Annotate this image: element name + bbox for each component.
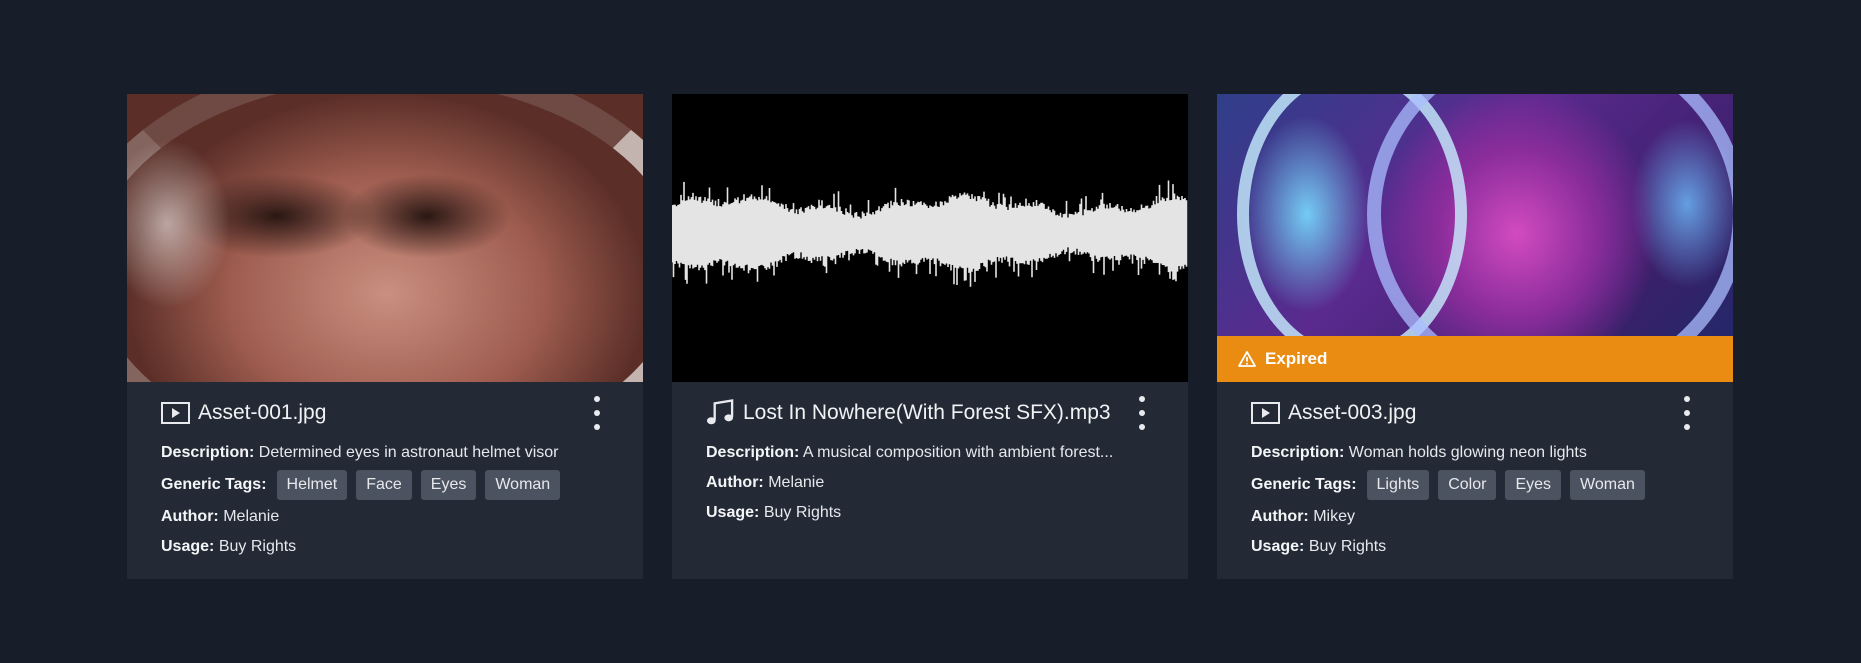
- video-icon: [1251, 402, 1280, 424]
- video-icon: [161, 402, 190, 424]
- music-note-icon: [706, 399, 735, 425]
- tag[interactable]: Eyes: [420, 470, 477, 500]
- asset-title[interactable]: Asset-003.jpg: [1288, 401, 1416, 425]
- title-row: Asset-003.jpg: [1251, 398, 1699, 428]
- warning-icon: [1238, 351, 1256, 367]
- tag[interactable]: Helmet: [276, 470, 348, 500]
- tags-label: Generic Tags:: [1251, 476, 1357, 493]
- usage-value: Buy Rights: [1308, 538, 1387, 555]
- tag[interactable]: Lights: [1366, 470, 1430, 500]
- author-value: Mikey: [1313, 508, 1355, 525]
- author-field: Author: Melanie: [161, 502, 609, 532]
- description-field: Description: Woman holds glowing neon li…: [1251, 438, 1699, 468]
- usage-value: Buy Rights: [218, 538, 297, 555]
- tags-row: Generic Tags: Helmet Face Eyes Woman: [161, 468, 609, 502]
- usage-field: Usage: Buy Rights: [1251, 532, 1699, 562]
- usage-label: Usage:: [161, 538, 215, 555]
- asset-thumbnail[interactable]: Expired: [1217, 94, 1733, 382]
- usage-label: Usage:: [706, 504, 760, 521]
- card-body: Lost In Nowhere(With Forest SFX).mp3 Des…: [672, 382, 1188, 528]
- author-label: Author:: [1251, 508, 1309, 525]
- author-field: Author: Mikey: [1251, 502, 1699, 532]
- helmet-visor-shape: [127, 94, 643, 382]
- description-label: Description:: [161, 444, 255, 461]
- author-label: Author:: [161, 508, 219, 525]
- asset-card[interactable]: Expired Asset-003.jpg Description: Woman…: [1217, 94, 1733, 579]
- more-options-icon[interactable]: [1681, 396, 1693, 430]
- description-value: A musical composition with ambient fores…: [802, 444, 1114, 461]
- tag[interactable]: Woman: [1570, 470, 1645, 500]
- tag[interactable]: Woman: [485, 470, 561, 500]
- title-row: Asset-001.jpg: [161, 398, 609, 428]
- card-body: Asset-001.jpg Description: Determined ey…: [127, 382, 643, 562]
- asset-title[interactable]: Asset-001.jpg: [198, 401, 326, 425]
- author-field: Author: Melanie: [706, 468, 1154, 498]
- tag[interactable]: Face: [356, 470, 412, 500]
- usage-field: Usage: Buy Rights: [161, 532, 609, 562]
- description-value: Woman holds glowing neon lights: [1348, 444, 1587, 461]
- usage-value: Buy Rights: [763, 504, 842, 521]
- asset-thumbnail[interactable]: [127, 94, 643, 382]
- description-value: Determined eyes in astronaut helmet viso…: [258, 444, 559, 461]
- asset-card[interactable]: Asset-001.jpg Description: Determined ey…: [127, 94, 643, 579]
- audio-waveform[interactable]: [672, 94, 1188, 382]
- tag[interactable]: Color: [1438, 470, 1497, 500]
- description-label: Description:: [706, 444, 800, 461]
- tags-label: Generic Tags:: [161, 476, 267, 493]
- tag[interactable]: Eyes: [1505, 470, 1562, 500]
- more-options-icon[interactable]: [591, 396, 603, 430]
- usage-field: Usage: Buy Rights: [706, 498, 1154, 528]
- description-label: Description:: [1251, 444, 1345, 461]
- asset-title[interactable]: Lost In Nowhere(With Forest SFX).mp3: [743, 401, 1111, 425]
- asset-card[interactable]: Lost In Nowhere(With Forest SFX).mp3 Des…: [672, 94, 1188, 579]
- description-field: Description: Determined eyes in astronau…: [161, 438, 609, 468]
- tags-row: Generic Tags: Lights Color Eyes Woman: [1251, 468, 1699, 502]
- author-value: Melanie: [223, 508, 280, 525]
- card-body: Asset-003.jpg Description: Woman holds g…: [1217, 382, 1733, 562]
- expired-status-bar: Expired: [1217, 336, 1733, 382]
- expired-label: Expired: [1265, 349, 1328, 368]
- description-field: Description: A musical composition with …: [706, 438, 1154, 468]
- author-label: Author:: [706, 474, 764, 491]
- waveform-path: [672, 180, 1188, 287]
- author-value: Melanie: [768, 474, 825, 491]
- usage-label: Usage:: [1251, 538, 1305, 555]
- more-options-icon[interactable]: [1136, 396, 1148, 430]
- waveform-graphic: [672, 180, 1188, 287]
- asset-grid: Asset-001.jpg Description: Determined ey…: [127, 94, 1733, 579]
- title-row: Lost In Nowhere(With Forest SFX).mp3: [706, 398, 1154, 428]
